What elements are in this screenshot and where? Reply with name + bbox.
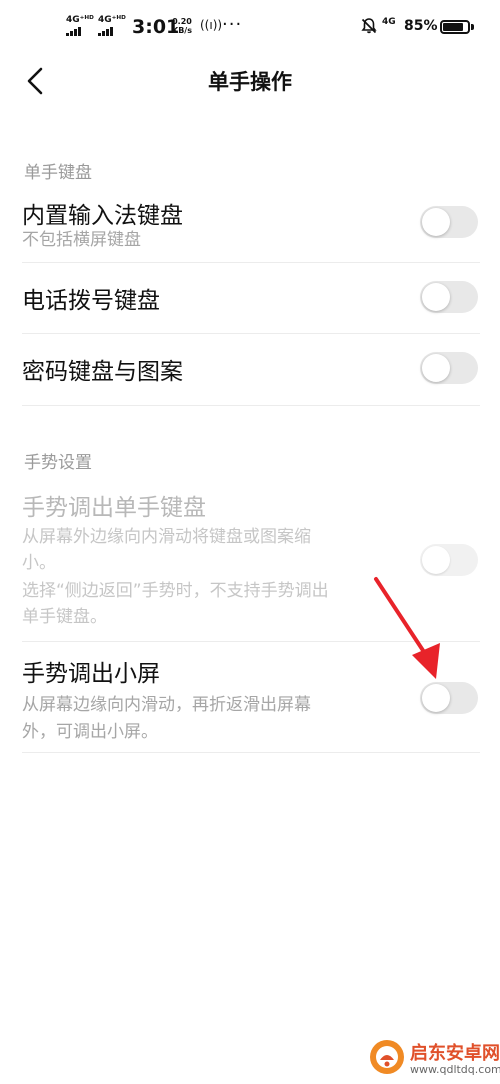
network-speed: 0.20 KB/s [172,17,192,35]
setting-dialer-keyboard[interactable]: 电话拨号键盘 [22,263,480,333]
network-type-2: 4G⁺ᴴᴰ [98,15,126,25]
mobile-data-indicator: 4G [382,17,396,27]
toggle-knob [422,283,450,311]
divider [22,752,480,753]
toggle-knob [422,684,450,712]
builtin-ime-toggle[interactable] [420,206,478,238]
watermark-name: 启东安卓网 [410,1043,500,1064]
toggle-knob [422,208,450,236]
battery-percent: 85% [404,18,438,34]
battery-tip [471,24,474,30]
signal-2-icon [98,27,113,36]
battery-icon [440,20,470,34]
watermark-logo-icon [370,1040,404,1074]
setting-subtitle-line: 小。 [22,553,56,573]
more-notifications-icon: ··· [222,14,243,35]
setting-subtitle-line: 从屏幕外边缘向内滑动将键盘或图案缩 [22,527,311,547]
battery-level [443,23,464,31]
section-header-keyboard: 单手键盘 [24,163,92,183]
signal-1-icon [66,27,81,36]
setting-builtin-ime-keyboard[interactable]: 内置输入法键盘 不包括横屏键盘 [22,192,480,256]
setting-title: 电话拨号键盘 [22,288,160,314]
mute-bell-icon [361,18,377,34]
status-bar: 4G⁺ᴴᴰ 4G⁺ᴴᴰ 3:01 0.20 KB/s ((ı)) ··· 4G … [0,0,500,56]
setting-password-keyboard[interactable]: 密码键盘与图案 [22,334,480,404]
gesture-keyboard-toggle[interactable] [420,544,478,576]
watermark: 启东安卓网 www.qdltdq.com [368,1036,500,1082]
toggle-knob [422,354,450,382]
setting-subtitle-line: 单手键盘。 [22,607,107,627]
setting-title: 密码键盘与图案 [22,359,183,385]
setting-title: 手势调出小屏 [22,661,160,687]
section-header-gesture: 手势设置 [24,453,92,473]
dialer-toggle[interactable] [420,281,478,313]
divider [22,405,480,406]
password-toggle[interactable] [420,352,478,384]
gesture-small-screen-toggle[interactable] [420,682,478,714]
toggle-knob [422,546,450,574]
setting-subtitle-line: 外，可调出小屏。 [22,722,158,742]
speed-unit: KB/s [172,26,192,35]
network-type-1: 4G⁺ᴴᴰ [66,15,94,25]
setting-title: 手势调出单手键盘 [22,495,206,521]
setting-subtitle-line: 从屏幕边缘向内滑动，再折返滑出屏幕 [22,695,311,715]
setting-subtitle-line: 选择“侧边返回”手势时，不支持手势调出 [22,581,329,601]
setting-subtitle: 不包括横屏键盘 [22,230,141,250]
watermark-url: www.qdltdq.com [410,1063,500,1076]
hotspot-icon: ((ı)) [200,18,223,32]
nav-header: 单手操作 [0,56,500,106]
page-title: 单手操作 [208,70,292,94]
speed-value: 0.20 [172,17,192,26]
red-arrow-annotation-icon [374,577,440,679]
setting-title: 内置输入法键盘 [22,203,183,229]
